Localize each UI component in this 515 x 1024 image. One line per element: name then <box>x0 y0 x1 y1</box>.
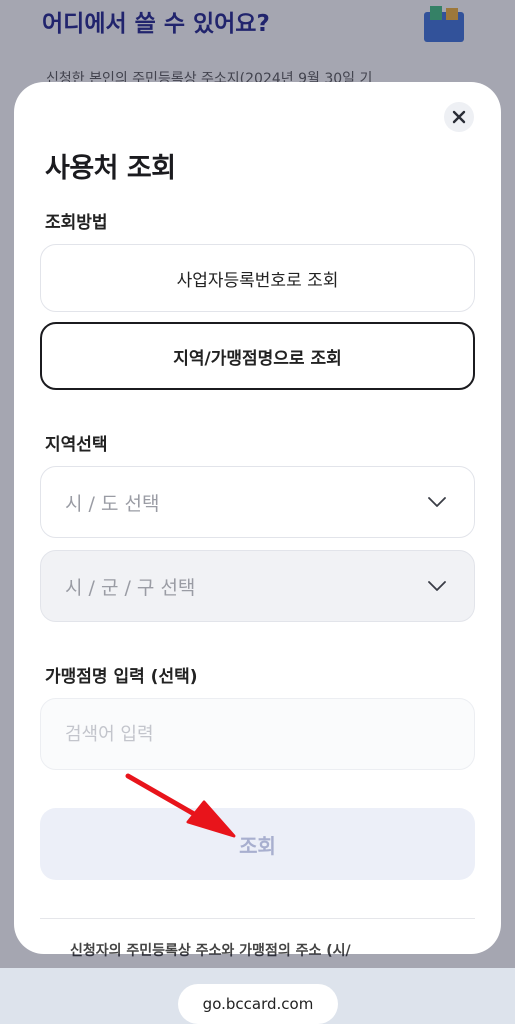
method-option-region-store[interactable]: 지역/가맹점명으로 조회 <box>40 322 475 390</box>
close-button[interactable] <box>444 102 474 132</box>
browser-address-bar: go.bccard.com <box>0 968 515 1024</box>
province-select[interactable]: 시 / 도 선택 <box>40 466 475 538</box>
modal-title: 사용처 조회 <box>45 153 176 184</box>
close-icon <box>452 110 466 124</box>
store-search-input[interactable] <box>40 698 475 770</box>
url-field[interactable]: go.bccard.com <box>178 984 338 1024</box>
search-submit-button[interactable]: 조회 <box>40 808 475 880</box>
district-select[interactable]: 시 / 군 / 구 선택 <box>40 550 475 622</box>
method-label: 조회방법 <box>45 213 108 233</box>
modal-bottom-text: 신청자의 주민등록상 주소와 가맹점의 주소 (시/ <box>70 943 351 954</box>
method-option-business-number[interactable]: 사업자등록번호로 조회 <box>40 244 475 312</box>
province-select-value: 시 / 도 선택 <box>65 492 160 515</box>
store-name-label: 가맹점명 입력 (선택) <box>45 667 198 687</box>
chevron-down-icon <box>428 497 446 507</box>
store-lookup-modal: 사용처 조회 조회방법 사업자등록번호로 조회 지역/가맹점명으로 조회 지역선… <box>14 82 501 954</box>
district-select-value: 시 / 군 / 구 선택 <box>65 576 196 599</box>
chevron-down-icon <box>428 581 446 591</box>
divider <box>40 918 475 919</box>
region-label: 지역선택 <box>45 435 108 455</box>
